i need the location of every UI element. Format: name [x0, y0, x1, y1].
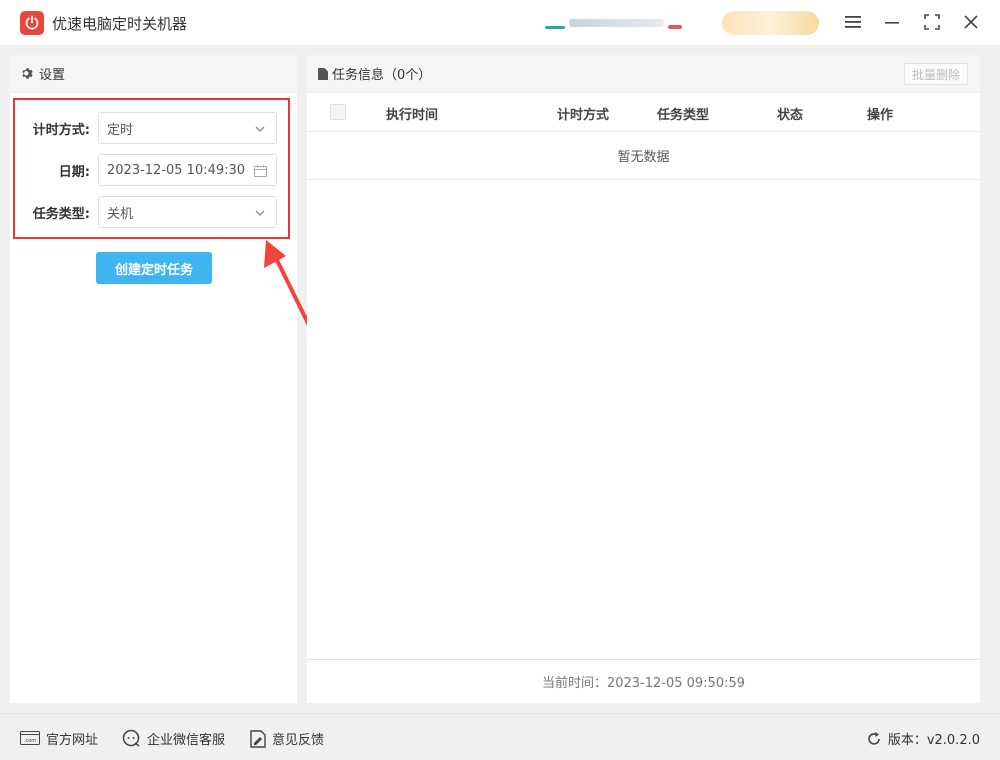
wechat-icon — [122, 729, 140, 747]
bulk-delete-button[interactable]: 批量删除 — [904, 63, 968, 85]
gear-icon — [22, 68, 33, 79]
mode-label: 计时方式: — [32, 122, 90, 138]
svg-text:.com: .com — [24, 738, 36, 744]
date-label: 日期: — [58, 164, 90, 180]
column-mode: 计时方式 — [557, 108, 610, 123]
settings-title: 设置 — [39, 68, 66, 83]
date-value: 2023-12-05 10:49:30 — [107, 162, 246, 178]
promo-banner[interactable] — [545, 16, 695, 30]
task-header: 任务信息（0个） 批量删除 — [307, 55, 980, 93]
select-all-checkbox[interactable] — [330, 104, 346, 120]
app-title: 优速电脑定时关机器 — [52, 15, 188, 33]
column-status: 状态 — [777, 108, 804, 123]
minimize-icon[interactable] — [879, 9, 905, 35]
settings-panel: 设置 计时方式: 定时 日期: 2023-12-05 10:49:30 任务类型… — [10, 55, 297, 703]
bottom-bar: .com 官方网址 企业微信客服 意见反馈 版本：v2.0.2.0 — [0, 713, 1000, 760]
app-logo — [20, 11, 44, 35]
close-icon[interactable] — [958, 9, 984, 35]
website-icon: .com — [20, 730, 40, 745]
feedback-link[interactable]: 意见反馈 — [250, 729, 324, 748]
task-panel: 任务信息（0个） 批量删除 执行时间 计时方式 任务类型 状态 操作 暂无数据 … — [307, 55, 980, 703]
column-exec-time: 执行时间 — [386, 108, 439, 123]
power-icon — [25, 15, 39, 30]
task-table-header: 执行时间 计时方式 任务类型 状态 操作 — [307, 93, 980, 132]
column-task-type: 任务类型 — [657, 108, 710, 123]
create-task-button[interactable]: 创建定时任务 — [96, 252, 212, 284]
chevron-down-icon — [253, 122, 267, 136]
settings-form: 计时方式: 定时 日期: 2023-12-05 10:49:30 任务类型: 关… — [13, 98, 290, 239]
promo-pill[interactable] — [722, 11, 819, 35]
feedback-icon — [250, 729, 266, 748]
task-type-row: 任务类型: 关机 — [15, 196, 288, 228]
website-label: 官方网址 — [46, 733, 99, 748]
refresh-icon[interactable] — [866, 731, 882, 747]
chevron-down-icon — [253, 206, 267, 220]
task-title: 任务信息（0个） — [332, 68, 432, 83]
document-icon — [318, 67, 328, 80]
menu-icon[interactable] — [840, 9, 866, 35]
mode-row: 计时方式: 定时 — [15, 112, 288, 144]
column-actions: 操作 — [867, 108, 894, 123]
version-info: 版本：v2.0.2.0 — [866, 729, 980, 748]
title-bar: 优速电脑定时关机器 — [0, 0, 1000, 45]
mode-value: 定时 — [107, 122, 134, 138]
maximize-icon[interactable] — [919, 9, 945, 35]
feedback-label: 意见反馈 — [272, 733, 325, 748]
calendar-icon — [253, 164, 267, 178]
wechat-support-link[interactable]: 企业微信客服 — [122, 729, 225, 748]
website-link[interactable]: .com 官方网址 — [20, 729, 98, 748]
task-type-label: 任务类型: — [32, 206, 90, 222]
version-label: 版本：v2.0.2.0 — [887, 733, 980, 748]
task-type-value: 关机 — [107, 206, 134, 222]
settings-header: 设置 — [10, 55, 297, 93]
empty-state: 暂无数据 — [307, 132, 980, 180]
current-time: 当前时间：2023-12-05 09:50:59 — [307, 659, 980, 703]
date-picker[interactable]: 2023-12-05 10:49:30 — [98, 154, 277, 186]
date-row: 日期: 2023-12-05 10:49:30 — [15, 154, 288, 186]
wechat-label: 企业微信客服 — [147, 733, 226, 748]
task-type-select[interactable]: 关机 — [98, 196, 277, 228]
mode-select[interactable]: 定时 — [98, 112, 277, 144]
